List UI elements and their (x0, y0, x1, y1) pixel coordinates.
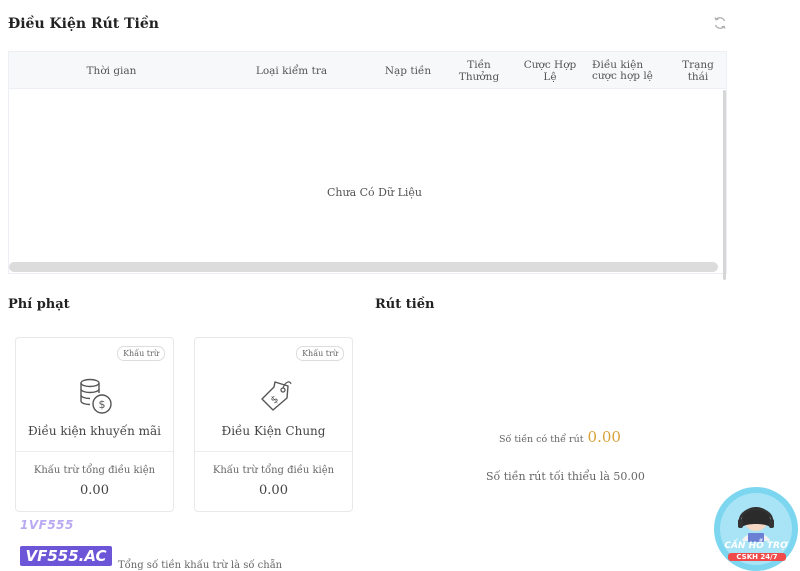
card-title: Điều kiện khuyến mãi (27, 424, 161, 438)
table-header: Thời gian Loại kiểm tra Nạp tiền Tiền Th… (9, 52, 726, 89)
column-header-deposit: Nạp tiền (384, 64, 432, 77)
withdraw-section-title: Rút tiền (375, 297, 435, 312)
support-sub-label: CSKH 24/7 (728, 553, 786, 561)
deduct-badge: Khấu trừ (117, 346, 165, 361)
support-label: CẦN HỖ TRỢ (724, 541, 788, 551)
card-subtitle: Khấu trừ tổng điều kiện (212, 465, 335, 476)
column-header-valid-bet: Cược Hợp Lệ (523, 58, 577, 83)
brand-logo-box: VF555.AC (20, 546, 112, 566)
divider (16, 451, 173, 452)
withdrawable-label: Số tiền có thể rút (499, 434, 584, 445)
brand-logo: 1VF555 VF555.AC (20, 518, 112, 568)
brand-logo-top: 1VF555 (20, 518, 74, 532)
page-title: Điều Kiện Rút Tiền (8, 16, 159, 32)
empty-state-text: Chưa Có Dữ Liệu (327, 186, 422, 199)
minimum-withdraw-text: Số tiền rút tối thiểu là 50.00 (486, 470, 645, 483)
column-header-check-type: Loại kiểm tra (255, 64, 328, 77)
promotion-condition-card: Khấu trừ $ Điều kiện khuyến mãi Khấu trừ… (15, 337, 174, 512)
card-value: 0.00 (80, 483, 109, 498)
support-chat-button[interactable]: CẦN HỖ TRỢ CSKH 24/7 (714, 487, 798, 571)
card-value: 0.00 (259, 483, 288, 498)
horizontal-scrollbar[interactable] (9, 262, 718, 272)
column-header-time: Thời gian (86, 64, 137, 77)
vertical-scrollbar[interactable] (723, 90, 726, 280)
svg-text:$: $ (99, 398, 106, 411)
column-header-valid-bet-condition: Điều kiện cược hợp lệ (592, 58, 653, 82)
deduction-footnote: Tổng số tiền khấu trừ là số chẵn (118, 560, 283, 571)
refresh-icon-graphic (714, 17, 726, 29)
price-tag-dollar-icon: $ (257, 376, 293, 416)
withdrawable-amount-row: Số tiền có thể rút 0.00 (499, 428, 621, 446)
withdrawable-amount: 0.00 (587, 428, 621, 446)
withdraw-conditions-table: Thời gian Loại kiểm tra Nạp tiền Tiền Th… (8, 51, 727, 280)
penalty-section-title: Phí phạt (8, 297, 70, 312)
card-title: Điều Kiện Chung (221, 424, 326, 438)
column-header-bonus: Tiền Thưởng (458, 58, 500, 83)
divider (195, 451, 352, 452)
coins-dollar-icon: $ (78, 376, 114, 416)
refresh-icon[interactable] (712, 16, 728, 32)
column-header-status: Trạng thái (682, 58, 714, 83)
deduct-badge: Khấu trừ (296, 346, 344, 361)
card-subtitle: Khấu trừ tổng điều kiện (33, 465, 156, 476)
brand-logo-text: VF555.AC (25, 547, 107, 565)
general-condition-card: Khấu trừ $ Điều Kiện Chung Khấu trừ tổng… (194, 337, 353, 512)
